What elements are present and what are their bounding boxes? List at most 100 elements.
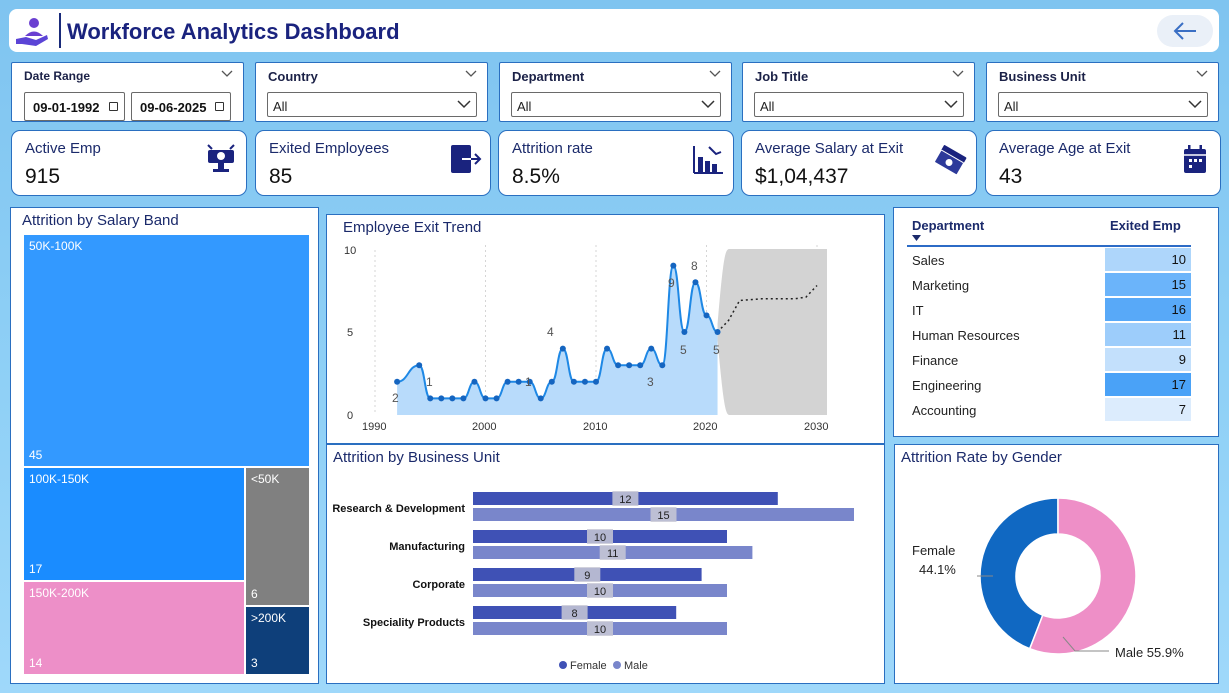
category-label: Speciality Products <box>363 617 465 629</box>
employee-hand-logo-icon <box>16 18 48 46</box>
back-button[interactable] <box>1157 15 1213 47</box>
job-title-label: Job Title <box>755 69 809 84</box>
workstation-icon <box>207 144 235 172</box>
data-label: 12 <box>619 494 631 506</box>
chevron-down-icon[interactable] <box>221 69 233 79</box>
header-bar: Workforce Analytics Dashboard <box>9 9 1219 52</box>
table-row-name: Human Resources <box>912 328 1020 343</box>
job-title-select[interactable]: All <box>754 92 964 117</box>
business-unit-label: Business Unit <box>999 69 1086 84</box>
treemap-tile[interactable]: 100K-150K 17 <box>23 467 245 581</box>
start-date-input[interactable]: 09-01-1992 <box>24 92 125 121</box>
kpi-average-age-exit: Average Age at Exit 43 <box>985 130 1221 196</box>
data-label: 10 <box>594 586 606 598</box>
chevron-down-icon[interactable] <box>1196 69 1208 79</box>
treemap-tile[interactable]: 50K-100K 45 <box>23 234 310 467</box>
country-filter: Country All <box>255 62 488 122</box>
data-label: 10 <box>594 624 606 636</box>
business-unit-chart: Research & Development 12 15 Manufacturing 1… <box>332 491 854 672</box>
data-point <box>482 395 489 402</box>
kpi-value: 43 <box>999 165 1023 188</box>
data-point <box>593 378 599 385</box>
country-value: All <box>273 99 288 114</box>
treemap-tile[interactable]: 150K-200K 14 <box>23 581 245 675</box>
data-point <box>460 395 467 402</box>
arrow-left-icon <box>1173 22 1196 40</box>
data-point <box>548 378 555 385</box>
data-point <box>637 362 644 369</box>
sort-desc-icon[interactable] <box>912 235 921 241</box>
table-header-exited[interactable]: Exited Emp <box>1110 218 1181 233</box>
table-row-name: Accounting <box>912 403 977 418</box>
data-label: 11 <box>607 548 618 560</box>
tile-value: 14 <box>29 656 43 670</box>
legend-female-label: Female <box>570 660 607 672</box>
calendar-icon[interactable] <box>109 102 118 111</box>
title-separator <box>59 13 61 48</box>
chevron-down-icon[interactable] <box>952 69 964 79</box>
kpi-label: Average Salary at Exit <box>755 140 904 157</box>
treemap-tile[interactable]: <50K 6 <box>245 467 310 606</box>
salary-band-panel: Attrition by Salary Band 50K-100K 45 100… <box>10 207 319 684</box>
data-point <box>703 312 710 319</box>
tile-label: 50K-100K <box>29 239 83 253</box>
gender-panel: Attrition Rate by Gender Female 44.1% Ma… <box>894 444 1219 684</box>
legend-male-label: Male <box>624 660 648 672</box>
business-unit-select[interactable]: All <box>998 92 1208 117</box>
female-label: Female <box>912 543 955 558</box>
data-point <box>438 395 445 402</box>
data-point <box>515 378 522 385</box>
data-point <box>604 345 611 352</box>
tile-value: 3 <box>251 656 258 670</box>
table-row-name: Sales <box>912 253 945 268</box>
chevron-down-icon <box>457 100 471 109</box>
point-label: 5 <box>713 343 720 357</box>
point-label: 8 <box>691 259 698 273</box>
end-date-value: 09-06-2025 <box>140 100 207 115</box>
kpi-label: Average Age at Exit <box>999 140 1131 157</box>
table-row-name: IT <box>912 303 924 318</box>
data-point <box>681 329 688 335</box>
data-point <box>570 378 577 385</box>
data-point <box>449 395 456 402</box>
point-label: 5 <box>680 343 687 357</box>
tile-label: <50K <box>251 472 280 486</box>
legend-female-swatch <box>559 661 567 669</box>
chevron-down-icon <box>701 100 715 109</box>
department-select[interactable]: All <box>511 92 721 117</box>
calendar-icon[interactable] <box>215 102 224 111</box>
chevron-down-icon[interactable] <box>465 69 477 79</box>
date-range-label: Date Range <box>24 69 91 83</box>
data-label: 10 <box>594 532 606 544</box>
table-header-department[interactable]: Department <box>912 218 984 233</box>
table-row-value: 15 <box>1105 273 1191 296</box>
end-date-input[interactable]: 09-06-2025 <box>131 92 231 121</box>
chevron-down-icon[interactable] <box>709 69 721 79</box>
table-row-value: 9 <box>1105 348 1191 371</box>
x-tick-label: 1990 <box>362 421 386 433</box>
category-label: Research & Development <box>332 503 465 515</box>
job-title-value: All <box>760 99 775 114</box>
kpi-active-emp: Active Emp 915 <box>11 130 247 196</box>
point-label: 4 <box>547 325 554 339</box>
legend-male-swatch <box>613 661 621 669</box>
declining-chart-icon <box>693 146 723 174</box>
data-point <box>626 362 633 369</box>
table-row-name: Engineering <box>912 378 982 393</box>
country-select[interactable]: All <box>267 92 477 117</box>
male-label: Male 55.9% <box>1115 645 1184 660</box>
gender-donut-chart: Female 44.1% Male 55.9% <box>912 497 1184 660</box>
department-value: All <box>517 99 532 114</box>
y-tick-label: 10 <box>344 245 356 257</box>
kpi-value: $1,04,437 <box>755 165 849 188</box>
data-label: 15 <box>657 510 669 522</box>
y-tick-label: 5 <box>347 327 353 339</box>
job-title-filter: Job Title All <box>742 62 975 122</box>
data-point <box>394 378 401 385</box>
tile-value: 17 <box>29 562 43 576</box>
page-title: Workforce Analytics Dashboard <box>67 19 400 44</box>
treemap-tile[interactable]: >200K 3 <box>245 606 310 675</box>
department-table-panel: Department Exited Emp Sales 10 Marketing… <box>893 207 1219 437</box>
kpi-attrition-rate: Attrition rate 8.5% <box>498 130 734 196</box>
table-row-name: Marketing <box>912 278 970 293</box>
